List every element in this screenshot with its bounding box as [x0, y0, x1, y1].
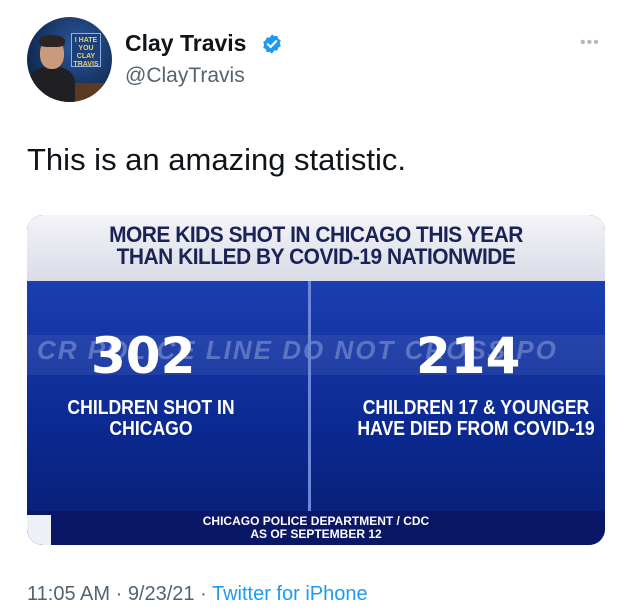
author-name[interactable]: Clay Travis — [125, 30, 246, 57]
left-stat-label: CHILDREN SHOT IN CHICAGO — [45, 398, 256, 440]
media-headline-banner: MORE KIDS SHOT IN CHICAGO THIS YEAR THAN… — [27, 215, 605, 281]
more-options-icon[interactable]: ••• — [580, 34, 600, 52]
author-handle[interactable]: @ClayTravis — [125, 64, 245, 88]
right-stat-number: 214 — [416, 327, 521, 385]
author-avatar[interactable]: I HATE YOU CLAY TRAVIS — [27, 17, 112, 102]
tweet-media-image[interactable]: MORE KIDS SHOT IN CHICAGO THIS YEAR THAN… — [27, 215, 605, 545]
media-source-bar: CHICAGO POLICE DEPARTMENT / CDC AS OF SE… — [27, 511, 605, 545]
verified-badge-icon — [263, 34, 281, 54]
meta-separator: · — [194, 583, 212, 605]
right-stat-label-line1: CHILDREN 17 & YOUNGER — [362, 397, 590, 419]
panel-divider — [308, 281, 311, 511]
right-stat-label: CHILDREN 17 & YOUNGER HAVE DIED FROM COV… — [348, 398, 603, 440]
right-stat-label-line2: HAVE DIED FROM COVID-19 — [357, 418, 595, 440]
tweet-date[interactable]: 9/23/21 — [128, 583, 195, 605]
tweet-text: This is an amazing statistic. — [27, 142, 407, 177]
avatar-figure-hair — [39, 35, 65, 47]
media-stat-panels — [27, 281, 605, 511]
media-source-line1: CHICAGO POLICE DEPARTMENT / CDC — [202, 514, 430, 528]
avatar-figure-body — [29, 67, 75, 102]
media-headline-line2: THAN KILLED BY COVID-19 NATIONWIDE — [116, 244, 516, 269]
media-headline-line1: MORE KIDS SHOT IN CHICAGO THIS YEAR — [109, 222, 523, 247]
avatar-sign: I HATE YOU CLAY TRAVIS — [71, 33, 101, 68]
left-stat-number: 302 — [91, 327, 196, 385]
media-source-line2: AS OF SEPTEMBER 12 — [250, 527, 382, 541]
network-logo-corner — [27, 515, 51, 545]
meta-separator: · — [110, 583, 128, 605]
tweet-source-link[interactable]: Twitter for iPhone — [212, 583, 368, 605]
left-stat-label-line2: CHICAGO — [109, 418, 193, 440]
tweet-metadata: 11:05 AM · 9/23/21 · Twitter for iPhone — [27, 583, 368, 606]
left-stat-label-line1: CHILDREN SHOT IN — [67, 397, 235, 419]
tweet-time[interactable]: 11:05 AM — [27, 583, 110, 605]
